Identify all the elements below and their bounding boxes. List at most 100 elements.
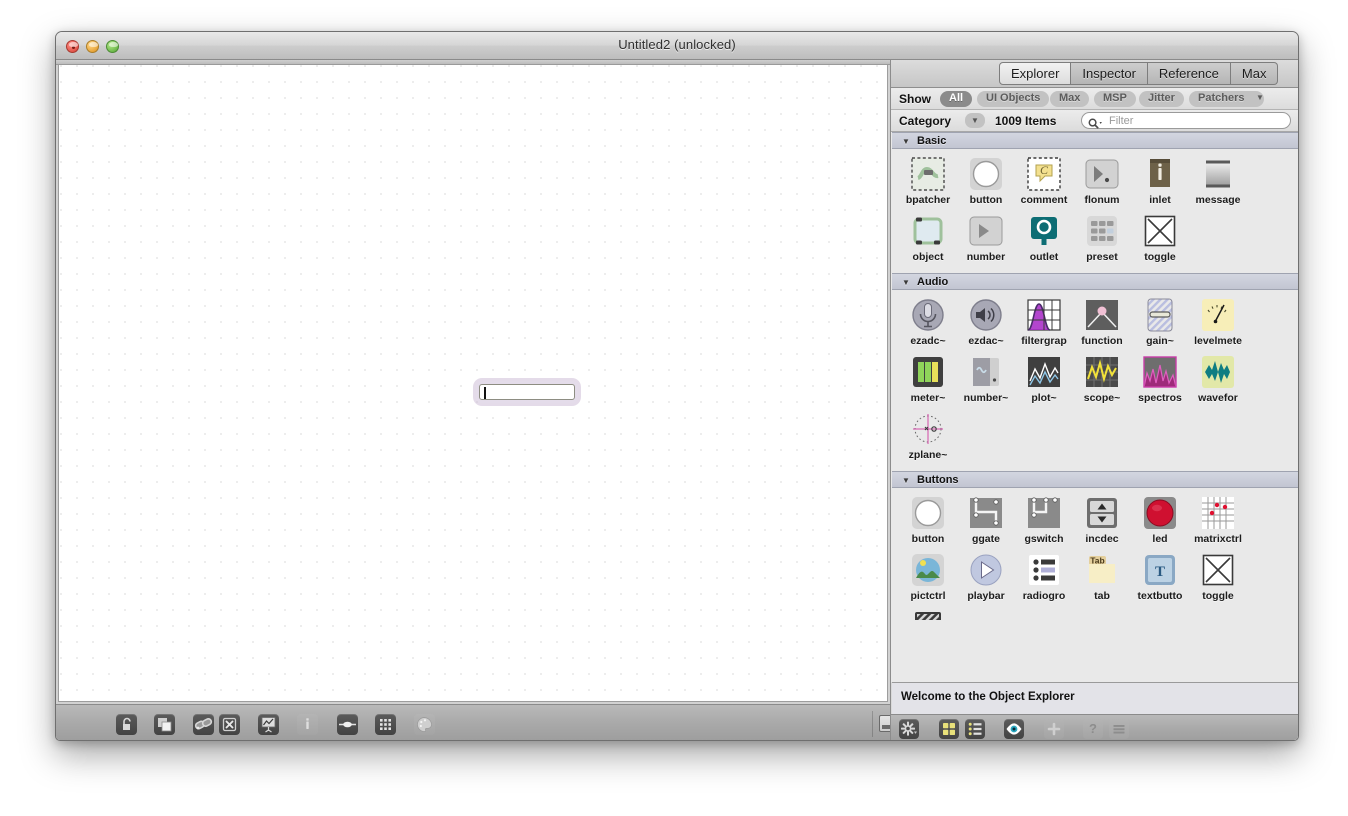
show-filter-bar: Show All UI Objects Max MSP Jitter Patch… <box>891 88 1298 110</box>
info-panel-title: Welcome to the Object Explorer <box>901 691 1075 703</box>
levelmeter-icon <box>1199 296 1237 334</box>
object-cell-incdec[interactable]: incdec <box>1074 494 1130 545</box>
info-button[interactable] <box>297 714 318 735</box>
tab-reference[interactable]: Reference <box>1147 62 1231 85</box>
object-cell-number[interactable]: number <box>958 212 1014 263</box>
object-label: preset <box>1086 251 1118 263</box>
object-label: bpatcher <box>905 194 951 206</box>
category-chevron-down-icon[interactable]: ▼ <box>965 113 985 128</box>
object-cell-filtergraph[interactable]: filtergrap <box>1016 296 1072 347</box>
object-cell-textbutton[interactable]: T textbutto <box>1132 551 1188 602</box>
group-header-basic[interactable]: ▼ Basic <box>892 132 1298 149</box>
object-cell-waveform[interactable]: wavefor <box>1190 353 1246 404</box>
list-view-button[interactable] <box>965 719 985 739</box>
filter-pill-patchers[interactable]: Patchers <box>1189 91 1265 107</box>
object-cell-tab[interactable]: Tab tab <box>1074 551 1130 602</box>
disclosure-triangle-icon[interactable]: ▼ <box>902 137 910 146</box>
object-cell-button[interactable]: button <box>900 494 956 545</box>
object-cell-inlet[interactable]: inlet <box>1132 155 1188 206</box>
icon-view-button[interactable] <box>939 719 959 739</box>
object-cell-gain[interactable]: gain~ <box>1132 296 1188 347</box>
presentation-mode-button[interactable] <box>154 714 175 735</box>
grid-button[interactable] <box>375 714 396 735</box>
object-label: message <box>1195 194 1241 206</box>
object-label: comment <box>1020 194 1068 206</box>
object-cell-number-tilde[interactable]: number~ <box>958 353 1014 404</box>
playbar-icon <box>967 551 1005 589</box>
filter-input[interactable]: Filter <box>1081 112 1291 129</box>
disclosure-triangle-icon[interactable]: ▼ <box>902 476 910 485</box>
object-cell-gswitch[interactable]: gswitch <box>1016 494 1072 545</box>
object-cell-spectroscope[interactable]: spectros <box>1132 353 1188 404</box>
patcher-pane <box>56 60 924 740</box>
patchcord-button[interactable] <box>337 714 358 735</box>
filter-pill-jitter[interactable]: Jitter <box>1139 91 1184 107</box>
action-gear-button[interactable] <box>899 719 919 739</box>
tab-explorer[interactable]: Explorer <box>999 62 1072 85</box>
zplane-icon <box>909 410 947 448</box>
category-bar: Category ▼ 1009 Items Filter <box>891 110 1298 132</box>
object-cell-matrixctrl[interactable]: matrixctrl <box>1190 494 1246 545</box>
disclosure-triangle-icon[interactable]: ▼ <box>902 278 910 287</box>
object-cell-ezadc[interactable]: ezadc~ <box>900 296 956 347</box>
object-cell-pictctrl[interactable]: pictctrl <box>900 551 956 602</box>
filter-pill-max[interactable]: Max <box>1050 91 1090 107</box>
ezdac-icon <box>967 296 1005 334</box>
object-cell-object[interactable]: object <box>900 212 956 263</box>
group-grid-audio: ezadc~ ezdac~ filtergrap function gain~ … <box>891 290 1298 471</box>
object-cell-zplane[interactable]: zplane~ <box>900 410 956 461</box>
object-cell-radiogroup[interactable]: radiogro <box>1016 551 1072 602</box>
group-header-buttons[interactable]: ▼ Buttons <box>892 471 1298 488</box>
object-cell-ezdac[interactable]: ezdac~ <box>958 296 1014 347</box>
tab-inspector[interactable]: Inspector <box>1071 62 1148 85</box>
object-cell-scope[interactable]: scope~ <box>1074 353 1130 404</box>
object-cell-toggle[interactable]: toggle <box>1132 212 1188 263</box>
object-label: led <box>1152 533 1168 545</box>
object-label: function <box>1081 335 1123 347</box>
show-label: Show <box>899 92 931 106</box>
chevron-down-icon: ▼ <box>1256 93 1264 102</box>
palette-button[interactable] <box>414 714 435 735</box>
object-cell-meter[interactable]: meter~ <box>900 353 956 404</box>
new-object-box[interactable] <box>476 381 578 403</box>
object-cell-comment[interactable]: C comment <box>1016 155 1072 206</box>
object-cell-function[interactable]: function <box>1074 296 1130 347</box>
object-explorer-button[interactable] <box>193 714 214 735</box>
object-cell-playbar[interactable]: playbar <box>958 551 1014 602</box>
filter-pill-ui-objects[interactable]: UI Objects <box>977 91 1050 107</box>
category-label: Category <box>899 114 952 128</box>
matrixctrl-icon <box>1199 494 1237 532</box>
unlock-patcher-button[interactable] <box>116 714 137 735</box>
object-cell-preset[interactable]: preset <box>1074 212 1130 263</box>
tab-max[interactable]: Max <box>1230 62 1279 85</box>
object-cell-plot[interactable]: plot~ <box>1016 353 1072 404</box>
filter-pill-msp[interactable]: MSP <box>1094 91 1136 107</box>
object-cell-outlet[interactable]: outlet <box>1016 212 1072 263</box>
inspector-button[interactable] <box>258 714 279 735</box>
patcher-canvas[interactable] <box>58 65 888 702</box>
delete-button[interactable] <box>219 714 240 735</box>
object-box-field[interactable] <box>479 384 575 400</box>
object-cell-bpatcher[interactable]: bpatcher <box>900 155 956 206</box>
object-cell-flonum[interactable]: flonum <box>1074 155 1130 206</box>
object-cell-button[interactable]: button <box>958 155 1014 206</box>
object-list[interactable]: ▼ Basic bpatcher button C comment flonum… <box>891 132 1298 682</box>
add-button[interactable] <box>1044 719 1064 739</box>
filter-pill-all[interactable]: All <box>940 91 973 107</box>
preview-button[interactable] <box>1004 719 1024 739</box>
toolbar-divider <box>872 711 873 737</box>
object-cell-umenu-partial[interactable] <box>900 608 956 621</box>
object-cell-levelmeter[interactable]: levelmete <box>1190 296 1246 347</box>
object-cell-ggate[interactable]: ggate <box>958 494 1014 545</box>
group-title: Audio <box>917 276 949 288</box>
object-cell-message[interactable]: message <box>1190 155 1246 206</box>
group-header-audio[interactable]: ▼ Audio <box>892 273 1298 290</box>
waveform-icon <box>1199 353 1237 391</box>
window-title: Untitled2 (unlocked) <box>618 37 736 52</box>
menu-button[interactable] <box>1109 719 1129 739</box>
help-button[interactable]: ? <box>1083 719 1103 739</box>
group-grid-buttons: button ggate gswitch incdec led matrixct… <box>891 488 1298 631</box>
object-label: plot~ <box>1031 392 1057 404</box>
object-cell-toggle[interactable]: toggle <box>1190 551 1246 602</box>
object-cell-led[interactable]: led <box>1132 494 1188 545</box>
